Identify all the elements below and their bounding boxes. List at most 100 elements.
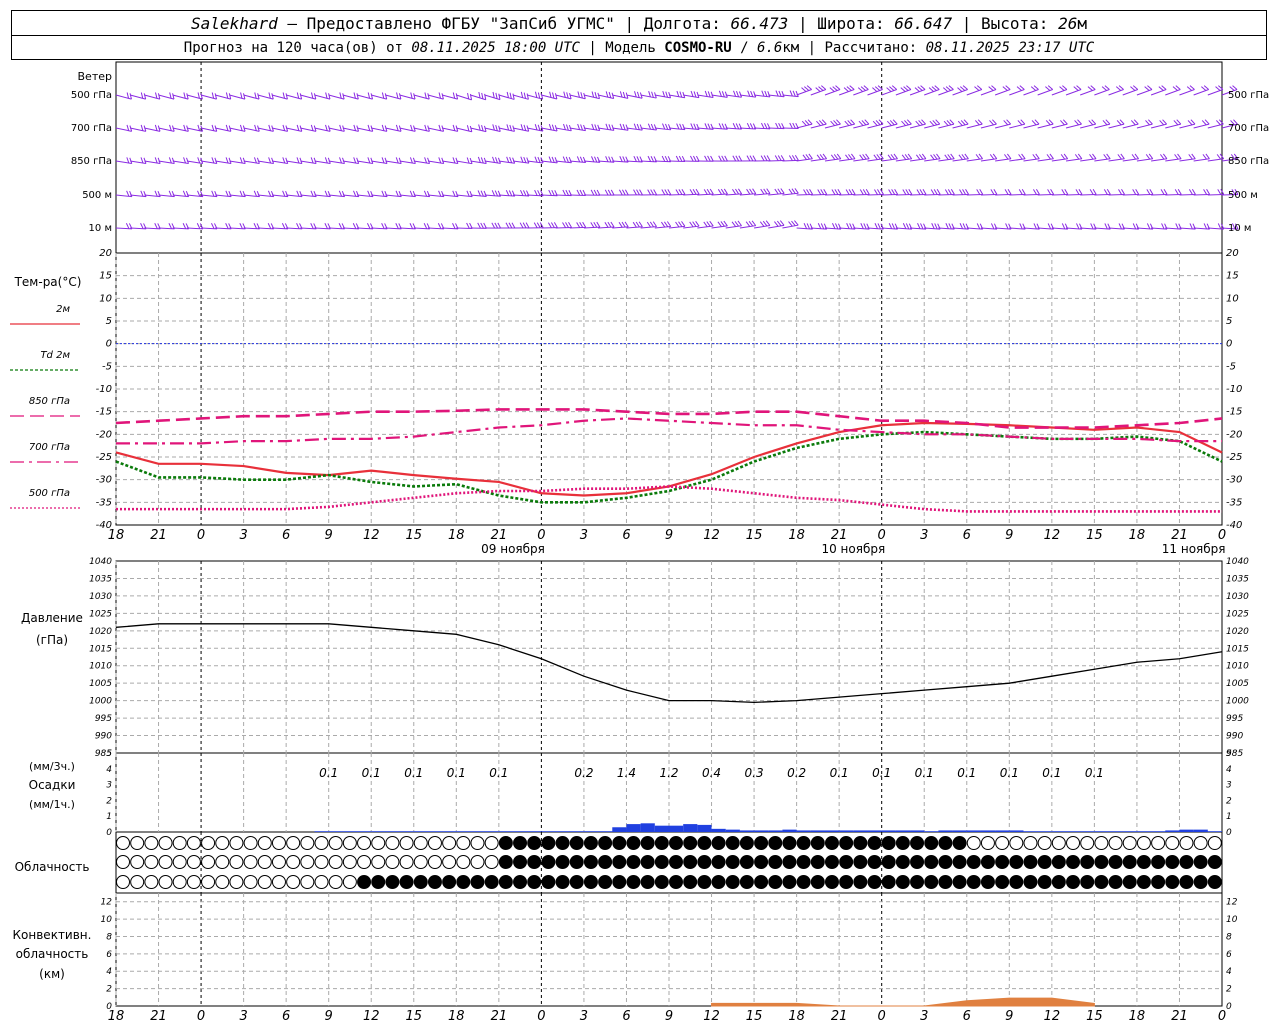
wind-barb-flag (591, 156, 595, 163)
wind-barb-flag (140, 157, 144, 164)
conv-tick-left: 2 (106, 985, 112, 995)
wind-barb-flag (717, 221, 722, 227)
wind-barb-flag (780, 155, 785, 161)
wind-barb-flag (818, 120, 824, 126)
wind-barb-flag (1105, 119, 1111, 125)
wind-barb (980, 227, 997, 230)
wind-barb-flag (1145, 120, 1150, 126)
cloud-cover-circle (824, 875, 839, 889)
cloud-cover-circle (980, 836, 995, 850)
wind-barb-flag (1104, 223, 1108, 230)
wind-barb-flag (1121, 189, 1125, 195)
wind-barb-flag (140, 124, 144, 131)
wind-barb (1051, 123, 1068, 129)
wind-barb (385, 194, 402, 198)
wind-barb-flag (833, 120, 838, 126)
wind-barb-flag (576, 222, 581, 228)
wind-barb-flag (183, 124, 186, 131)
wind-barb (1207, 193, 1224, 196)
wind-barb (527, 160, 544, 164)
wind-barb-flag (552, 92, 555, 99)
wind-barb-flag (1049, 153, 1054, 160)
wind-barb-flag (660, 221, 666, 228)
cloud-cover-circle (215, 836, 230, 850)
wind-barb-flag (720, 221, 725, 227)
wind-barb-flag (821, 119, 827, 125)
wind-barb (583, 160, 600, 163)
wind-barb-flag (806, 85, 812, 90)
wind-barb-flag (1033, 85, 1039, 90)
wind-barb-flag (872, 87, 878, 92)
cloud-cover-circle (796, 836, 811, 850)
wind-barb (314, 194, 331, 198)
cloud-cover-circle (796, 855, 811, 869)
wind-barb-flag (381, 92, 385, 99)
wind-barb-flag (766, 188, 771, 194)
wind-barb-flag (845, 189, 850, 195)
precip-3h-label: 0.2 (787, 766, 806, 780)
cloud-cover-circle (697, 836, 712, 850)
wind-barb-flag (681, 221, 686, 227)
hour-tick-label-bottom: 12 (703, 1009, 720, 1024)
wind-barb-flag (1078, 189, 1083, 195)
hour-tick-label-bottom: 15 (746, 1009, 763, 1024)
wind-barb-flag (533, 222, 538, 229)
cloud-cover-circle (810, 836, 825, 850)
wind-barb-flag (778, 122, 782, 129)
hour-tick-label-bottom: 0 (1218, 1009, 1226, 1024)
wind-barb-flag (789, 90, 793, 97)
wind-barb-flag (732, 155, 737, 162)
wind-barb-flag (817, 223, 822, 229)
wind-barb-flag (520, 91, 524, 98)
wind-barb-flag (1050, 189, 1055, 195)
wind-barb-flag (1089, 189, 1094, 195)
wind-barb (328, 94, 345, 100)
wind-barb (1094, 193, 1111, 196)
wind-barb-flag (537, 190, 541, 196)
cloud-cover-circle (1108, 836, 1123, 850)
wind-barb (1136, 227, 1153, 230)
wind-barb (243, 127, 260, 132)
cloud-cover-circle (314, 836, 329, 850)
wind-barb (200, 94, 217, 100)
wind-barb-flag (861, 120, 867, 126)
wind-barb (413, 194, 430, 198)
wind-level-label: 850 гПа (71, 156, 112, 167)
cloud-cover-circle (116, 836, 130, 850)
wind-barb-flag (774, 221, 779, 227)
cloud-cover-circle (1037, 836, 1052, 850)
hour-tick-label-bottom: 9 (325, 1009, 333, 1024)
cloud-cover-circle (385, 855, 400, 869)
wind-barb-flag (157, 93, 161, 100)
wind-barb (683, 225, 700, 229)
cloud-cover-circle (768, 875, 783, 889)
wind-barb-flag (892, 119, 898, 125)
wind-barb-flag (774, 188, 779, 195)
precip-bar (583, 831, 599, 832)
wind-barb (598, 160, 615, 163)
cloud-cover-circle (810, 875, 825, 889)
wind-barb (470, 127, 487, 133)
wind-barb-flag (647, 189, 652, 196)
wind-barb-flag (1060, 154, 1066, 160)
hour-tick-label: 18 (1129, 528, 1146, 543)
wind-barb-flag (396, 92, 399, 99)
wind-barb-flag (957, 87, 963, 92)
wind-barb-flag (665, 91, 669, 98)
wind-barb-flag (902, 223, 907, 229)
wind-barb-flag (563, 123, 566, 130)
wind-barb-flag (635, 221, 640, 228)
hour-tick-label-bottom: 21 (491, 1009, 508, 1024)
wind-barb-flag (1020, 119, 1026, 125)
wind-barb (768, 127, 785, 130)
wind-barb-flag (509, 157, 513, 164)
wind-barb-flag (353, 92, 356, 99)
wind-barb-flag (478, 91, 481, 99)
wind-barb-flag (492, 124, 495, 131)
wind-barb-flag (661, 189, 666, 195)
wind-barb-flag (1021, 153, 1026, 160)
wind-barb (442, 160, 459, 164)
cloud-cover-circle (1009, 875, 1024, 889)
pressure-tick-left: 1020 (89, 627, 112, 637)
wind-barb-flag (494, 157, 498, 164)
